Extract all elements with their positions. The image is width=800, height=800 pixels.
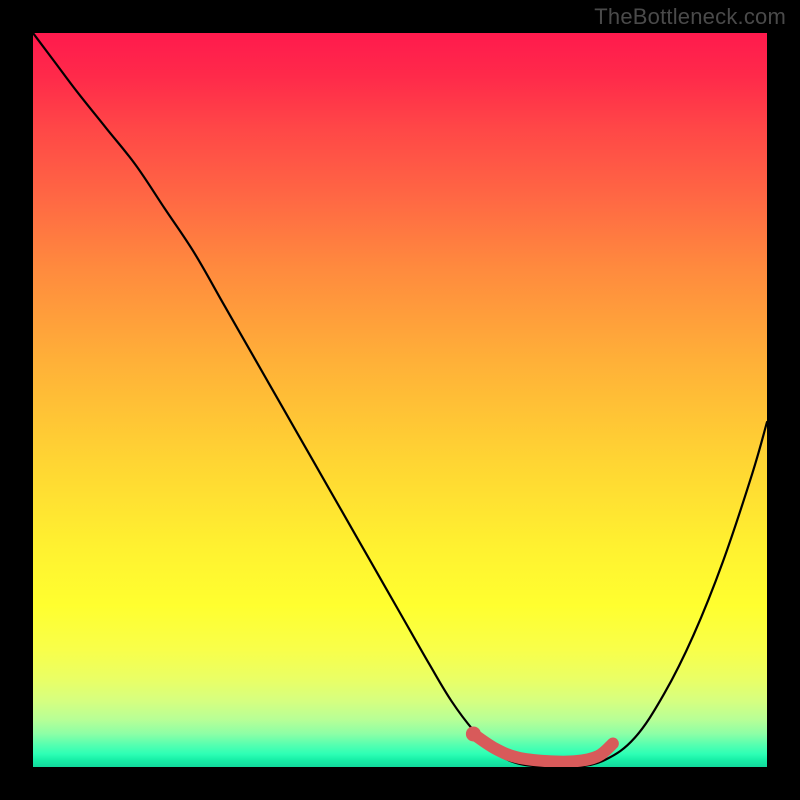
bottleneck-curve <box>33 33 767 767</box>
highlight-dot <box>466 726 481 741</box>
watermark-label: TheBottleneck.com <box>594 4 786 30</box>
chart-svg <box>33 33 767 767</box>
plot-area <box>33 33 767 767</box>
chart-frame: TheBottleneck.com <box>0 0 800 800</box>
highlight-segment <box>473 734 612 762</box>
